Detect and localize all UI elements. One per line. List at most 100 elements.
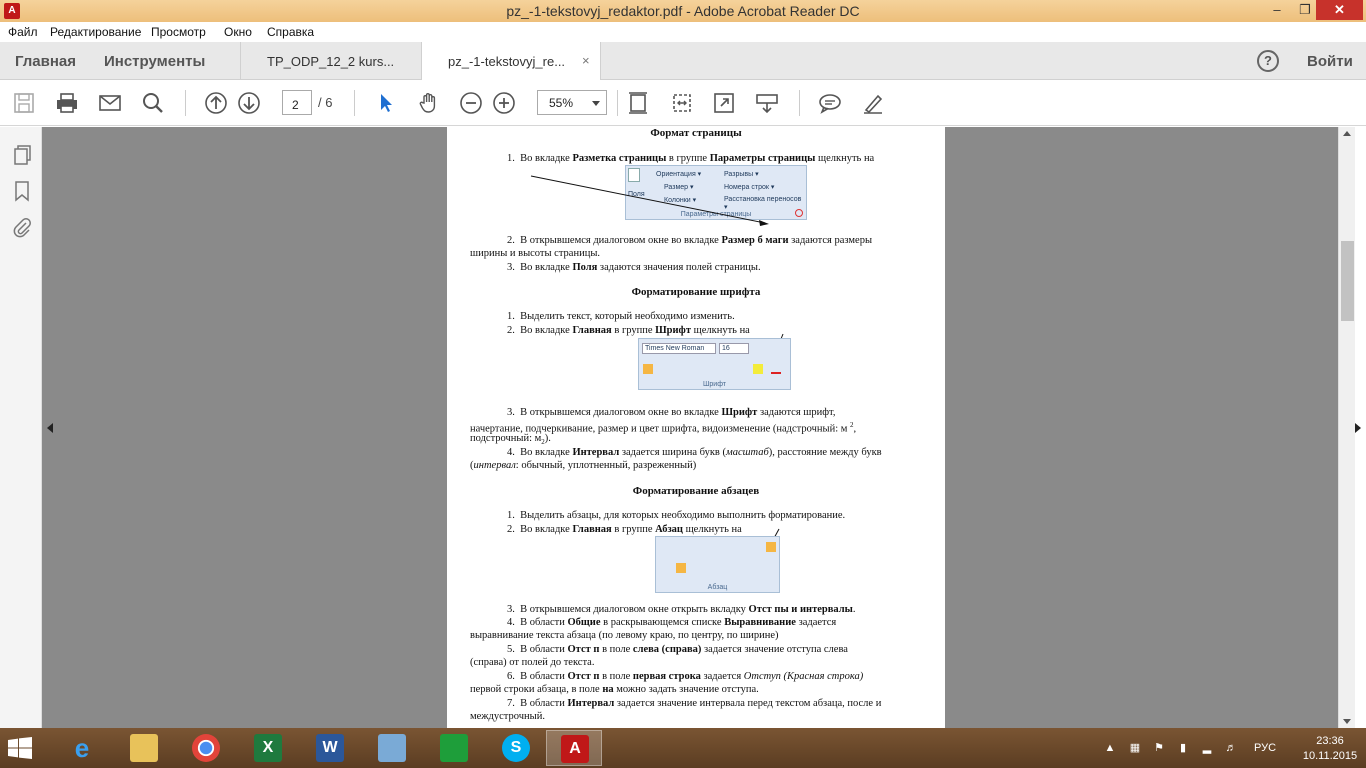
tab-tools[interactable]: Инструменты (104, 53, 205, 70)
pdf-page: Формат страницы 1. Во вкладке Разметка с… (447, 127, 945, 728)
select-cursor-icon[interactable] (374, 91, 398, 115)
menu-edit[interactable]: Редактирование (50, 25, 141, 39)
paragraph: 5. В области Отст п в поле слева (справа… (507, 644, 848, 655)
clock-date: 10.11.2015 (1302, 750, 1358, 762)
volume-icon[interactable]: ♬ (1224, 741, 1238, 755)
help-icon[interactable]: ? (1257, 50, 1279, 72)
clock[interactable]: 23:36 10.11.2015 (1300, 734, 1360, 764)
heading-page-format: Формат страницы (650, 127, 742, 139)
taskbar-skype[interactable]: S (488, 730, 544, 766)
email-icon[interactable] (98, 91, 122, 115)
taskbar-acrobat[interactable]: A (546, 730, 602, 766)
scroll-up-icon[interactable] (1343, 131, 1351, 136)
ribbon-caption: Параметры страницы (680, 211, 752, 218)
paragraph: первой строки абзаца, в поле на можно за… (470, 684, 759, 695)
page-thumbnails-icon[interactable] (11, 144, 33, 166)
highlight-pen-icon[interactable] (861, 91, 885, 115)
read-mode-icon[interactable] (755, 91, 779, 115)
highlight-icon (753, 364, 763, 374)
taskbar-explorer[interactable] (116, 730, 172, 766)
save-icon[interactable] (12, 91, 36, 115)
toolbar-divider (354, 90, 355, 116)
ribbon-label: Номера строк ▾ (724, 184, 775, 191)
hand-tool-icon[interactable] (417, 91, 441, 115)
menu-help[interactable]: Справка (267, 25, 314, 39)
zoom-dropdown[interactable]: 55% (537, 90, 607, 115)
toolbar: / 6 55% (0, 80, 1366, 126)
action-center-icon[interactable]: ▦ (1128, 741, 1142, 755)
zoom-value: 55% (549, 96, 574, 110)
margins-icon (628, 168, 640, 182)
menu-window[interactable]: Окно (224, 25, 252, 39)
close-button[interactable]: ✕ (1316, 0, 1363, 20)
paragraph: 3. Во вкладке Поля задаются значения пол… (507, 262, 761, 273)
tab-document-1[interactable]: TP_ODP_12_2 kurs... (240, 42, 420, 80)
fit-width-icon[interactable] (670, 91, 694, 115)
print-icon[interactable] (55, 91, 79, 115)
taskbar-word[interactable]: W (302, 730, 358, 766)
next-page-icon[interactable] (237, 91, 261, 115)
font-size-box: 16 (719, 343, 749, 354)
flag-icon[interactable]: ⚑ (1152, 741, 1166, 755)
navigation-pane (0, 127, 42, 728)
collapse-right-icon[interactable] (1355, 423, 1361, 433)
taskbar-chrome[interactable] (178, 730, 234, 766)
paragraph: 6. В области Отст п в поле первая строка… (507, 671, 864, 682)
taskbar-control-panel[interactable] (364, 730, 420, 766)
bookmarks-icon[interactable] (11, 180, 33, 202)
zoom-in-icon[interactable] (492, 91, 516, 115)
battery-icon[interactable]: ▮ (1176, 741, 1190, 755)
menu-bar: Файл Редактирование Просмотр Окно Справк… (0, 22, 1366, 42)
ribbon-label: Ориентация ▾ (656, 171, 702, 178)
scroll-thumb[interactable] (1341, 241, 1354, 321)
taskbar: e X W S A ▲ ▦ ⚑ ▮ ▂ ♬ РУС 23:36 10.11.20… (0, 728, 1366, 768)
collapse-left-icon[interactable] (47, 423, 53, 433)
windows-start-icon[interactable] (8, 737, 32, 759)
paragraph: выравнивание текста абзаца (по левому кр… (470, 630, 779, 641)
ribbon-label: Размер ▾ (664, 184, 694, 191)
paragraph: ширины и высоты страницы. (470, 248, 600, 259)
paragraph: (справа) от полей до текста. (470, 657, 595, 668)
tab-close-icon[interactable]: × (582, 53, 590, 68)
heading-font-format: Форматирование шрифта (631, 286, 761, 298)
page-number-input[interactable] (282, 90, 312, 115)
control-panel-icon (378, 734, 406, 762)
paragraph: 1. Выделить текст, который необходимо из… (507, 311, 735, 322)
paragraph: 4. В области Общие в раскрывающемся спис… (507, 617, 837, 628)
menu-file[interactable]: Файл (8, 25, 38, 39)
sign-in-button[interactable]: Войти (1307, 53, 1353, 70)
menu-view[interactable]: Просмотр (151, 25, 206, 39)
scroll-down-icon[interactable] (1343, 719, 1351, 724)
taskbar-excel[interactable]: X (240, 730, 296, 766)
show-hidden-icons-icon[interactable]: ▲ (1103, 741, 1117, 755)
fit-page-icon[interactable] (626, 91, 650, 115)
ribbon-caption: Шрифт (702, 381, 727, 388)
network-icon[interactable]: ▂ (1200, 741, 1214, 755)
tab-home[interactable]: Главная (15, 53, 76, 70)
chevron-down-icon (592, 101, 600, 106)
tab-document-2-label: pz_-1-tekstovyj_re... (448, 54, 566, 69)
taskbar-store[interactable] (426, 730, 482, 766)
excel-icon: X (254, 734, 282, 762)
tab-document-2[interactable]: pz_-1-tekstovyj_re... × (421, 42, 601, 81)
search-icon[interactable] (141, 91, 165, 115)
toolbar-divider (185, 90, 186, 116)
comment-icon[interactable] (818, 91, 842, 115)
input-language[interactable]: РУС (1254, 742, 1276, 754)
paragraph: 1. Выделить абзацы, для которых необходи… (507, 510, 846, 521)
heading-paragraph-format: Форматирование абзацев (632, 485, 760, 497)
taskbar-ie[interactable]: e (54, 730, 110, 766)
previous-page-icon[interactable] (204, 91, 228, 115)
paragraph: междустрочный. (470, 711, 545, 722)
paragraph: 2. В открывшемся диалоговом окне во вкла… (507, 235, 873, 246)
ribbon-label: Разрывы ▾ (724, 171, 759, 178)
tab-bar: Главная Инструменты TP_ODP_12_2 kurs... … (0, 42, 1366, 81)
attachments-icon[interactable] (11, 216, 33, 238)
full-screen-icon[interactable] (712, 91, 736, 115)
title-bar: A pz_-1-tekstovyj_redaktor.pdf - Adobe A… (0, 0, 1366, 22)
minimize-button[interactable]: – (1262, 0, 1292, 20)
paragraph: 4. Во вкладке Интервал задается ширина б… (507, 447, 882, 458)
zoom-out-icon[interactable] (459, 91, 483, 115)
window-title: pz_-1-tekstovyj_redaktor.pdf - Adobe Acr… (506, 3, 860, 19)
vertical-scrollbar[interactable] (1338, 127, 1355, 728)
